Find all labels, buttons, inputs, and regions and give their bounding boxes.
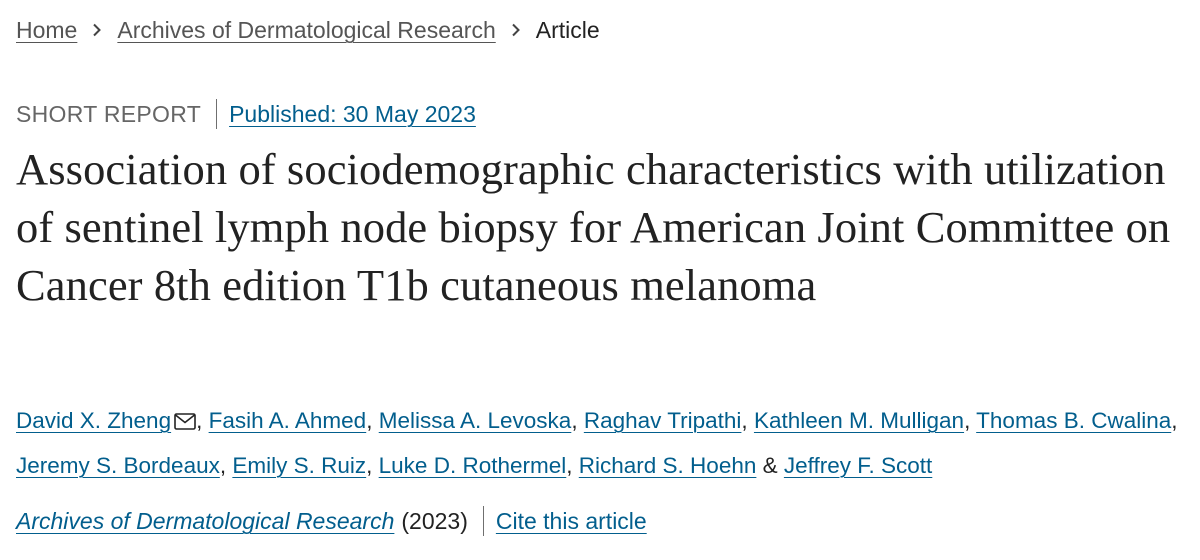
author-separator: , <box>571 408 584 433</box>
author-separator: , <box>1171 408 1178 433</box>
author-link[interactable]: Melissa A. Levoska <box>379 408 572 433</box>
citation-divider <box>482 506 484 536</box>
author-link[interactable]: Emily S. Ruiz <box>232 453 366 478</box>
author-separator: , <box>741 408 754 433</box>
page-title: Association of sociodemographic characte… <box>16 144 1171 310</box>
author-link[interactable]: Jeremy S. Bordeaux <box>16 453 220 478</box>
author-separator: , <box>964 408 977 433</box>
author-link[interactable]: Richard S. Hoehn <box>579 453 757 478</box>
chevron-right-icon <box>77 14 117 46</box>
chevron-right-icon <box>496 14 536 46</box>
author-separator: , <box>366 408 379 433</box>
author-separator: , <box>196 408 209 433</box>
author-separator: & <box>756 453 784 478</box>
author-link[interactable]: Jeffrey F. Scott <box>784 453 932 478</box>
article-type: SHORT REPORT <box>16 101 202 127</box>
author-link[interactable]: Luke D. Rothermel <box>379 453 567 478</box>
breadcrumb-journal-link[interactable]: Archives of Dermatological Research <box>117 14 495 46</box>
citation-row: Archives of Dermatological Research (202… <box>16 505 647 537</box>
cite-this-article-link[interactable]: Cite this article <box>496 505 647 537</box>
publication-year: (2023) <box>401 508 468 534</box>
author-link[interactable]: Raghav Tripathi <box>584 408 742 433</box>
author-link[interactable]: Kathleen M. Mulligan <box>754 408 964 433</box>
journal-link[interactable]: Archives of Dermatological Research <box>16 505 394 537</box>
author-link[interactable]: Thomas B. Cwalina <box>976 408 1171 433</box>
published-date-link[interactable]: Published: 30 May 2023 <box>229 98 476 130</box>
author-list: David X. Zheng, Fasih A. Ahmed, Melissa … <box>16 398 1186 488</box>
breadcrumb: Home Archives of Dermatological Research… <box>16 14 600 46</box>
author-link[interactable]: David X. Zheng <box>16 408 171 433</box>
article-meta: SHORT REPORT Published: 30 May 2023 <box>16 98 476 130</box>
author-separator: , <box>566 453 579 478</box>
author-separator: , <box>219 453 233 478</box>
author-separator: , <box>366 453 379 478</box>
breadcrumb-current: Article <box>535 17 600 43</box>
breadcrumb-home-link[interactable]: Home <box>16 14 77 46</box>
meta-divider <box>216 99 218 129</box>
envelope-icon[interactable] <box>174 413 196 430</box>
author-link[interactable]: Fasih A. Ahmed <box>209 408 367 433</box>
